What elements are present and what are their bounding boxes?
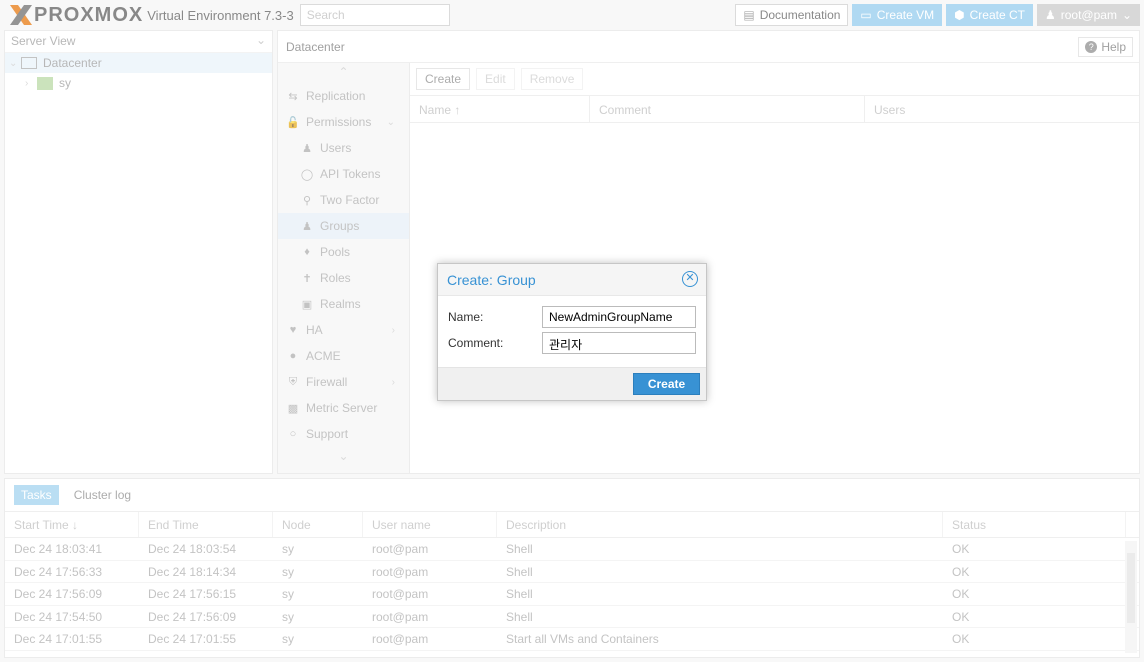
dialog-title: Create: Group ✕ [438, 264, 706, 296]
name-label: Name: [448, 310, 484, 324]
create-group-dialog: Create: Group ✕ Name: NewAdminGroupName … [437, 263, 707, 401]
dialog-footer: Create [438, 367, 706, 400]
name-field-row: Name: NewAdminGroupName [448, 306, 696, 328]
close-icon[interactable]: ✕ [682, 271, 698, 287]
name-input[interactable]: NewAdminGroupName [542, 306, 696, 328]
dialog-create-button[interactable]: Create [633, 373, 700, 395]
comment-input[interactable]: 관리자 [542, 332, 696, 354]
comment-label: Comment: [448, 336, 504, 350]
comment-field-row: Comment: 관리자 [448, 332, 696, 354]
